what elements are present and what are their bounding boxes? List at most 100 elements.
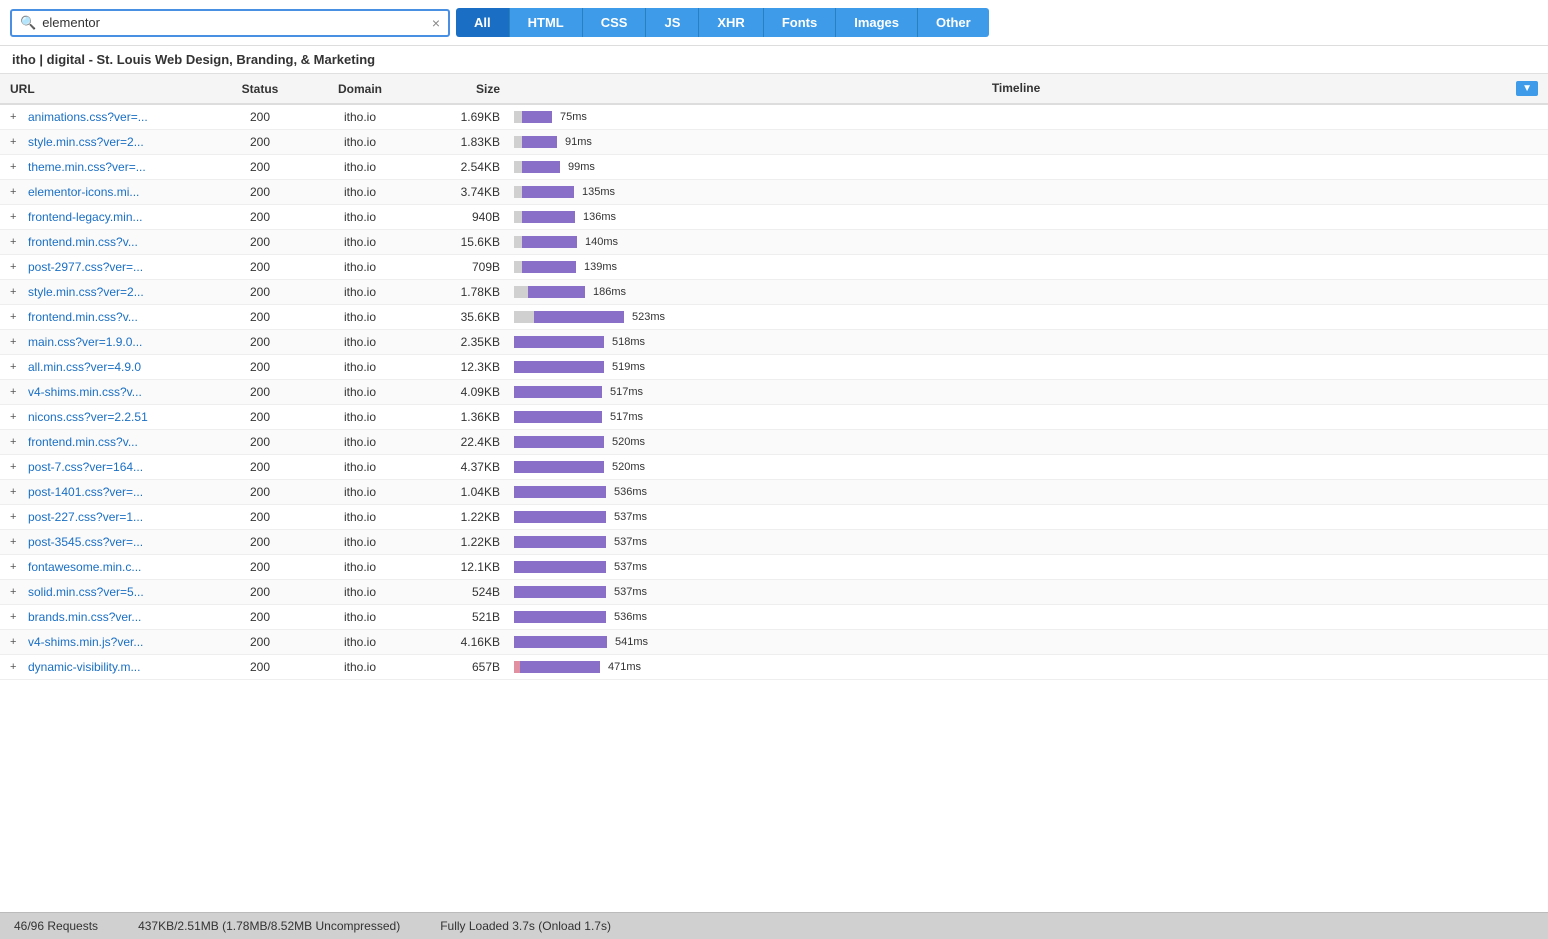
expand-row-btn[interactable]: + — [10, 461, 24, 473]
expand-row-btn[interactable]: + — [10, 311, 24, 323]
table-row[interactable]: + style.min.css?ver=2... 200itho.io1.78K… — [0, 280, 1548, 305]
expand-row-btn[interactable]: + — [10, 486, 24, 498]
col-timeline[interactable]: Timeline ▼ — [510, 74, 1548, 104]
url-text[interactable]: all.min.css?ver=4.9.0 — [28, 360, 141, 374]
tab-html[interactable]: HTML — [510, 8, 583, 37]
url-text[interactable]: post-3545.css?ver=... — [28, 535, 143, 549]
tab-js[interactable]: JS — [646, 8, 699, 37]
table-row[interactable]: + nicons.css?ver=2.2.51 200itho.io1.36KB… — [0, 405, 1548, 430]
url-cell: + solid.min.css?ver=5... — [0, 580, 220, 605]
url-text[interactable]: main.css?ver=1.9.0... — [28, 335, 142, 349]
url-text[interactable]: frontend-legacy.min... — [28, 210, 143, 224]
status-cell: 200 — [220, 580, 300, 605]
url-text[interactable]: post-7.css?ver=164... — [28, 460, 143, 474]
table-container[interactable]: URL Status Domain Size Timeline ▼ + anim… — [0, 74, 1548, 912]
url-text[interactable]: solid.min.css?ver=5... — [28, 585, 144, 599]
table-row[interactable]: + theme.min.css?ver=... 200itho.io2.54KB… — [0, 155, 1548, 180]
domain-cell: itho.io — [300, 505, 420, 530]
timeline-sort-icon[interactable]: ▼ — [1516, 81, 1538, 96]
url-text[interactable]: post-1401.css?ver=... — [28, 485, 143, 499]
expand-row-btn[interactable]: + — [10, 361, 24, 373]
search-input[interactable] — [42, 15, 422, 30]
tab-fonts[interactable]: Fonts — [764, 8, 836, 37]
expand-row-btn[interactable]: + — [10, 536, 24, 548]
table-row[interactable]: + v4-shims.min.js?ver... 200itho.io4.16K… — [0, 630, 1548, 655]
url-text[interactable]: style.min.css?ver=2... — [28, 135, 144, 149]
expand-row-btn[interactable]: + — [10, 611, 24, 623]
url-text[interactable]: frontend.min.css?v... — [28, 310, 138, 324]
url-text[interactable]: post-227.css?ver=1... — [28, 510, 143, 524]
table-row[interactable]: + elementor-icons.mi... 200itho.io3.74KB… — [0, 180, 1548, 205]
domain-cell: itho.io — [300, 230, 420, 255]
expand-row-btn[interactable]: + — [10, 561, 24, 573]
expand-row-btn[interactable]: + — [10, 136, 24, 148]
time-label: 517ms — [610, 411, 643, 423]
timeline-cell: 541ms — [510, 630, 1548, 655]
table-row[interactable]: + main.css?ver=1.9.0... 200itho.io2.35KB… — [0, 330, 1548, 355]
status-cell: 200 — [220, 480, 300, 505]
table-row[interactable]: + dynamic-visibility.m... 200itho.io657B… — [0, 655, 1548, 680]
url-cell: + style.min.css?ver=2... — [0, 130, 220, 155]
tab-xhr[interactable]: XHR — [699, 8, 763, 37]
table-row[interactable]: + frontend.min.css?v... 200itho.io15.6KB… — [0, 230, 1548, 255]
url-text[interactable]: frontend.min.css?v... — [28, 435, 138, 449]
table-row[interactable]: + frontend.min.css?v... 200itho.io22.4KB… — [0, 430, 1548, 455]
table-row[interactable]: + solid.min.css?ver=5... 200itho.io524B … — [0, 580, 1548, 605]
expand-row-btn[interactable]: + — [10, 111, 24, 123]
size-cell: 2.54KB — [420, 155, 510, 180]
table-row[interactable]: + fontawesome.min.c... 200itho.io12.1KB … — [0, 555, 1548, 580]
url-text[interactable]: nicons.css?ver=2.2.51 — [28, 410, 148, 424]
table-row[interactable]: + frontend.min.css?v... 200itho.io35.6KB… — [0, 305, 1548, 330]
url-text[interactable]: post-2977.css?ver=... — [28, 260, 143, 274]
table-row[interactable]: + style.min.css?ver=2... 200itho.io1.83K… — [0, 130, 1548, 155]
table-row[interactable]: + frontend-legacy.min... 200itho.io940B … — [0, 205, 1548, 230]
table-row[interactable]: + all.min.css?ver=4.9.0 200itho.io12.3KB… — [0, 355, 1548, 380]
expand-row-btn[interactable]: + — [10, 586, 24, 598]
expand-row-btn[interactable]: + — [10, 411, 24, 423]
expand-row-btn[interactable]: + — [10, 511, 24, 523]
expand-row-btn[interactable]: + — [10, 336, 24, 348]
url-text[interactable]: dynamic-visibility.m... — [28, 660, 140, 674]
url-text[interactable]: brands.min.css?ver... — [28, 610, 141, 624]
tab-images[interactable]: Images — [836, 8, 918, 37]
expand-row-btn[interactable]: + — [10, 261, 24, 273]
status-cell: 200 — [220, 205, 300, 230]
url-text[interactable]: frontend.min.css?v... — [28, 235, 138, 249]
table-row[interactable]: + post-7.css?ver=164... 200itho.io4.37KB… — [0, 455, 1548, 480]
table-row[interactable]: + post-3545.css?ver=... 200itho.io1.22KB… — [0, 530, 1548, 555]
expand-row-btn[interactable]: + — [10, 661, 24, 673]
expand-row-btn[interactable]: + — [10, 286, 24, 298]
size-cell: 1.83KB — [420, 130, 510, 155]
status-cell: 200 — [220, 630, 300, 655]
expand-row-btn[interactable]: + — [10, 436, 24, 448]
tab-all[interactable]: All — [456, 8, 510, 37]
expand-row-btn[interactable]: + — [10, 211, 24, 223]
table-row[interactable]: + animations.css?ver=... 200itho.io1.69K… — [0, 104, 1548, 130]
status-cell: 200 — [220, 230, 300, 255]
expand-row-btn[interactable]: + — [10, 386, 24, 398]
load-time: Fully Loaded 3.7s (Onload 1.7s) — [440, 919, 611, 933]
table-row[interactable]: + post-1401.css?ver=... 200itho.io1.04KB… — [0, 480, 1548, 505]
url-text[interactable]: elementor-icons.mi... — [28, 185, 139, 199]
table-row[interactable]: + post-227.css?ver=1... 200itho.io1.22KB… — [0, 505, 1548, 530]
domain-cell: itho.io — [300, 555, 420, 580]
url-cell: + animations.css?ver=... — [0, 104, 220, 130]
expand-row-btn[interactable]: + — [10, 161, 24, 173]
expand-row-btn[interactable]: + — [10, 186, 24, 198]
url-text[interactable]: style.min.css?ver=2... — [28, 285, 144, 299]
table-row[interactable]: + post-2977.css?ver=... 200itho.io709B 1… — [0, 255, 1548, 280]
url-text[interactable]: theme.min.css?ver=... — [28, 160, 146, 174]
url-text[interactable]: v4-shims.min.js?ver... — [28, 635, 143, 649]
tab-other[interactable]: Other — [918, 8, 989, 37]
expand-row-btn[interactable]: + — [10, 236, 24, 248]
url-text[interactable]: fontawesome.min.c... — [28, 560, 141, 574]
tab-css[interactable]: CSS — [583, 8, 647, 37]
table-row[interactable]: + v4-shims.min.css?v... 200itho.io4.09KB… — [0, 380, 1548, 405]
table-row[interactable]: + brands.min.css?ver... 200itho.io521B 5… — [0, 605, 1548, 630]
timeline-cell: 75ms — [510, 104, 1548, 130]
url-text[interactable]: v4-shims.min.css?v... — [28, 385, 142, 399]
url-text[interactable]: animations.css?ver=... — [28, 110, 148, 124]
expand-row-btn[interactable]: + — [10, 636, 24, 648]
clear-search-button[interactable]: × — [432, 15, 440, 31]
url-cell: + theme.min.css?ver=... — [0, 155, 220, 180]
